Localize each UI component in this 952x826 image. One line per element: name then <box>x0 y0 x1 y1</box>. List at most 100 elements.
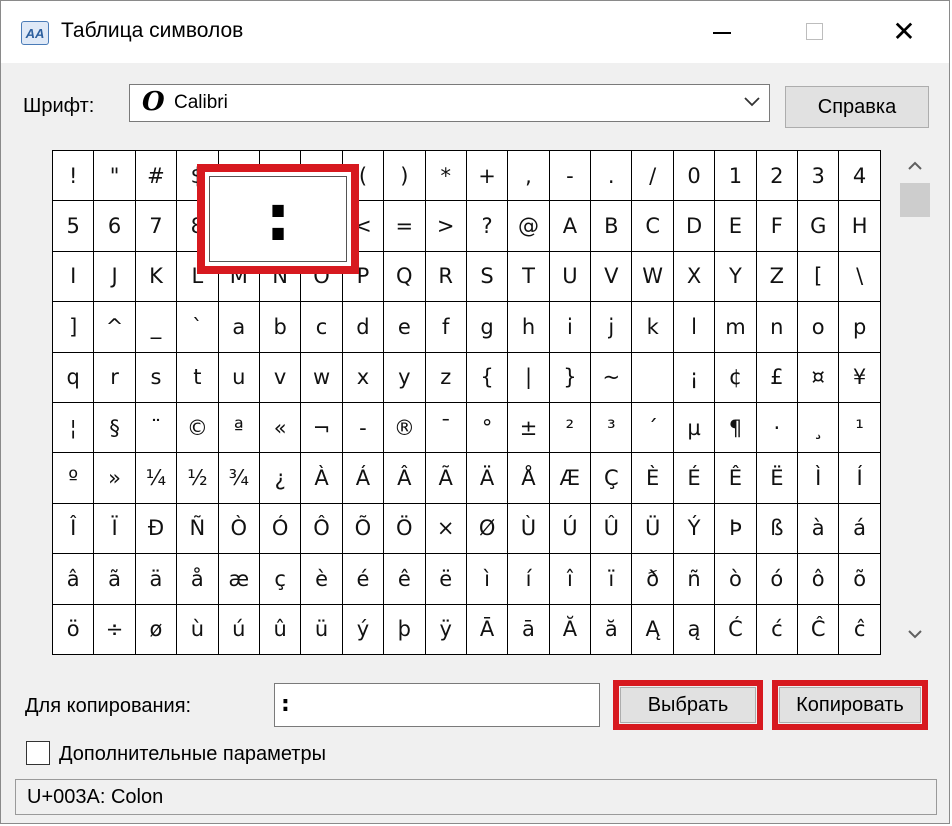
char-cell[interactable]: ® <box>384 402 426 454</box>
char-cell[interactable]: 3 <box>798 151 840 202</box>
char-cell[interactable]: D <box>673 201 716 252</box>
char-cell[interactable]: é <box>342 554 385 605</box>
char-cell[interactable]: i <box>549 302 592 353</box>
char-cell[interactable]: ] <box>53 302 95 353</box>
char-cell[interactable]: j <box>591 302 633 353</box>
char-cell[interactable]: Í <box>839 453 881 504</box>
char-cell[interactable]: ª <box>218 402 260 454</box>
scroll-up-button[interactable] <box>898 150 931 182</box>
char-cell[interactable]: ´ <box>632 402 674 454</box>
char-cell[interactable]: ^ <box>94 302 136 353</box>
char-cell[interactable]: | <box>508 352 550 403</box>
char-cell[interactable]: ã <box>94 554 136 605</box>
char-cell[interactable]: s <box>135 352 178 403</box>
char-cell[interactable]: S <box>466 251 509 303</box>
char-cell[interactable]: ¸ <box>798 402 840 454</box>
minimize-button[interactable] <box>697 11 747 51</box>
char-cell[interactable]: ĉ <box>839 604 881 655</box>
char-cell[interactable]: ¾ <box>218 453 260 504</box>
char-cell[interactable]: è <box>301 554 343 605</box>
char-cell[interactable]: Ï <box>94 503 136 555</box>
char-cell[interactable]: n <box>756 302 799 353</box>
char-cell[interactable]: I <box>53 251 95 303</box>
char-cell[interactable]: B <box>591 201 633 252</box>
char-cell[interactable]: À <box>301 453 343 504</box>
char-cell[interactable]: u <box>218 352 260 403</box>
char-cell[interactable]: Ô <box>301 503 343 555</box>
advanced-view-label[interactable]: Дополнительные параметры <box>59 743 326 766</box>
char-cell[interactable]: © <box>177 402 219 454</box>
char-cell[interactable]: K <box>135 251 178 303</box>
char-cell[interactable]: ì <box>466 554 509 605</box>
advanced-view-checkbox[interactable] <box>26 741 50 765</box>
char-cell[interactable]: ù <box>177 604 219 655</box>
char-cell[interactable]: ° <box>466 402 509 454</box>
char-cell[interactable]: í <box>508 554 550 605</box>
char-cell[interactable]: 6 <box>94 201 136 252</box>
char-cell[interactable]: ¨ <box>135 402 178 454</box>
char-cell[interactable]: # <box>135 151 178 202</box>
char-cell[interactable]: " <box>94 151 136 202</box>
char-cell[interactable]: H <box>839 201 881 252</box>
char-cell[interactable]: Ć <box>715 604 757 655</box>
char-cell[interactable]: o <box>798 302 840 353</box>
char-cell[interactable]: E <box>715 201 757 252</box>
char-cell[interactable]: p <box>839 302 881 353</box>
char-cell[interactable]: § <box>94 402 136 454</box>
char-cell[interactable]: Ñ <box>177 503 219 555</box>
char-cell[interactable]: £ <box>756 352 799 403</box>
maximize-button[interactable] <box>789 11 839 51</box>
char-cell[interactable]: * <box>425 151 467 202</box>
char-cell[interactable]: ą <box>673 604 716 655</box>
char-cell[interactable]: T <box>508 251 550 303</box>
char-cell[interactable]: « <box>259 402 302 454</box>
char-cell[interactable]: @ <box>508 201 550 252</box>
char-cell[interactable]: ë <box>425 554 467 605</box>
char-cell[interactable]: v <box>259 352 302 403</box>
char-cell[interactable]: x <box>342 352 385 403</box>
char-cell[interactable]: = <box>384 201 426 252</box>
char-cell[interactable]: V <box>591 251 633 303</box>
char-cell[interactable]: ± <box>508 402 550 454</box>
char-cell[interactable]: ² <box>549 402 592 454</box>
char-cell[interactable]: A <box>549 201 592 252</box>
char-cell[interactable]: º <box>53 453 95 504</box>
char-cell[interactable]: ¦ <box>53 402 95 454</box>
char-cell[interactable]: { <box>466 352 509 403</box>
char-cell[interactable]: » <box>94 453 136 504</box>
char-cell[interactable]: Ĉ <box>798 604 840 655</box>
char-cell[interactable]: Q <box>384 251 426 303</box>
char-cell[interactable]: w <box>301 352 343 403</box>
char-cell[interactable]: Û <box>591 503 633 555</box>
char-cell[interactable]: ò <box>715 554 757 605</box>
char-cell[interactable]: ¹ <box>839 402 881 454</box>
char-cell[interactable]: F <box>756 201 799 252</box>
char-cell[interactable]: î <box>549 554 592 605</box>
char-cell[interactable]: 7 <box>135 201 178 252</box>
char-cell[interactable]: ¼ <box>135 453 178 504</box>
char-cell[interactable]: \ <box>839 251 881 303</box>
char-cell[interactable]: q <box>53 352 95 403</box>
char-cell[interactable]: ć <box>756 604 799 655</box>
char-cell[interactable]: ¥ <box>839 352 881 403</box>
char-cell[interactable]: Õ <box>342 503 385 555</box>
char-cell[interactable]: ? <box>466 201 509 252</box>
char-cell[interactable]: Ä <box>466 453 509 504</box>
char-cell[interactable]: J <box>94 251 136 303</box>
char-cell[interactable]: Ö <box>384 503 426 555</box>
char-cell[interactable]: e <box>384 302 426 353</box>
char-cell[interactable]: ô <box>798 554 840 605</box>
char-cell[interactable]: 0 <box>673 151 716 202</box>
char-cell[interactable]: / <box>632 151 674 202</box>
copy-input[interactable]: : <box>274 683 600 727</box>
char-cell[interactable]: ¶ <box>715 402 757 454</box>
char-cell[interactable]: ¬ <box>301 402 343 454</box>
grid-scrollbar[interactable] <box>898 150 931 650</box>
char-cell[interactable]: ø <box>135 604 178 655</box>
char-cell[interactable]: 5 <box>53 201 95 252</box>
char-cell[interactable]: Ù <box>508 503 550 555</box>
char-cell[interactable]: ê <box>384 554 426 605</box>
char-cell[interactable]: Þ <box>715 503 757 555</box>
char-cell[interactable]: l <box>673 302 716 353</box>
char-cell[interactable]: t <box>177 352 219 403</box>
